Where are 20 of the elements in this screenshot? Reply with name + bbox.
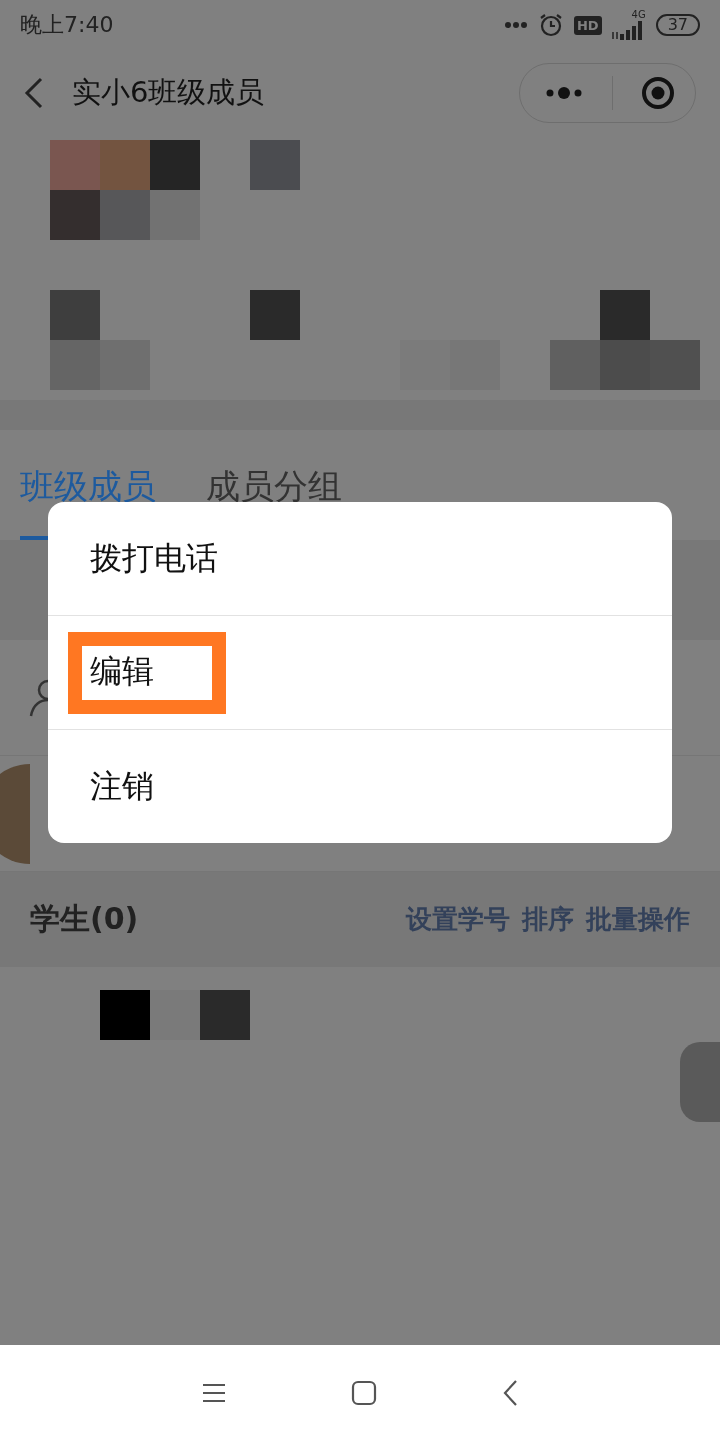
status-time: 晚上7:40	[20, 11, 114, 39]
back-icon[interactable]	[502, 1378, 518, 1407]
scroll-handle[interactable]	[680, 1042, 720, 1122]
more-icon[interactable]	[544, 85, 584, 100]
menu-icon[interactable]	[202, 1382, 226, 1403]
home-icon[interactable]	[351, 1379, 377, 1406]
battery-indicator: 37	[655, 14, 700, 36]
action-link[interactable]: 设置学号	[406, 902, 510, 937]
back-icon[interactable]	[24, 76, 44, 109]
menu-item[interactable]: 编辑	[68, 631, 226, 714]
page-title: 实小6班级成员	[72, 73, 266, 111]
close-icon[interactable]	[641, 75, 675, 110]
menu-item[interactable]: 注销	[90, 754, 154, 819]
section-title: 学生(0)	[30, 900, 139, 938]
action-link[interactable]: 批量操作	[586, 902, 690, 937]
action-link[interactable]: 排序	[522, 902, 574, 937]
network-label: 4G	[631, 10, 646, 20]
more-dots-icon	[503, 21, 528, 29]
person-icon	[28, 677, 48, 718]
hd-badge: HD	[573, 15, 602, 35]
